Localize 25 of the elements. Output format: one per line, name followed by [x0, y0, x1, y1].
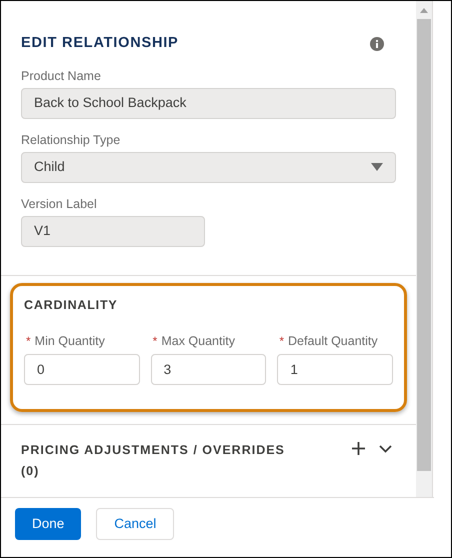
required-mark: * — [152, 332, 158, 350]
scrollbar[interactable] — [416, 1, 432, 497]
panel-title: EDIT RELATIONSHIP — [21, 34, 179, 53]
section-title: CARDINALITY — [24, 296, 119, 314]
field-label: Product Name — [21, 68, 102, 85]
section-title: PRICING ADJUSTMENTS / OVERRIDES — [21, 442, 285, 460]
done-button[interactable]: Done — [15, 508, 82, 540]
field-label: Default Quantity — [288, 332, 378, 350]
input-field[interactable]: 3 — [150, 354, 266, 386]
field-label: Min Quantity — [34, 332, 105, 350]
field-label: Version Label — [21, 196, 98, 213]
field-label: Relationship Type — [21, 132, 122, 149]
item-count: (0) — [21, 463, 40, 480]
input-field[interactable]: V1 — [21, 216, 205, 247]
required-mark: * — [279, 332, 284, 350]
required-mark: * — [26, 332, 31, 350]
input-field[interactable]: 1 — [277, 354, 393, 386]
caret-icon — [371, 163, 383, 172]
select-field[interactable]: Child — [21, 152, 396, 183]
input-field[interactable]: Back to School Backpack — [21, 88, 396, 119]
field-label: Max Quantity — [161, 332, 235, 350]
input-field[interactable]: 0 — [24, 354, 140, 386]
info-icon[interactable] — [370, 36, 384, 51]
add-icon[interactable] — [352, 442, 365, 456]
cancel-button[interactable]: Cancel — [96, 508, 174, 540]
